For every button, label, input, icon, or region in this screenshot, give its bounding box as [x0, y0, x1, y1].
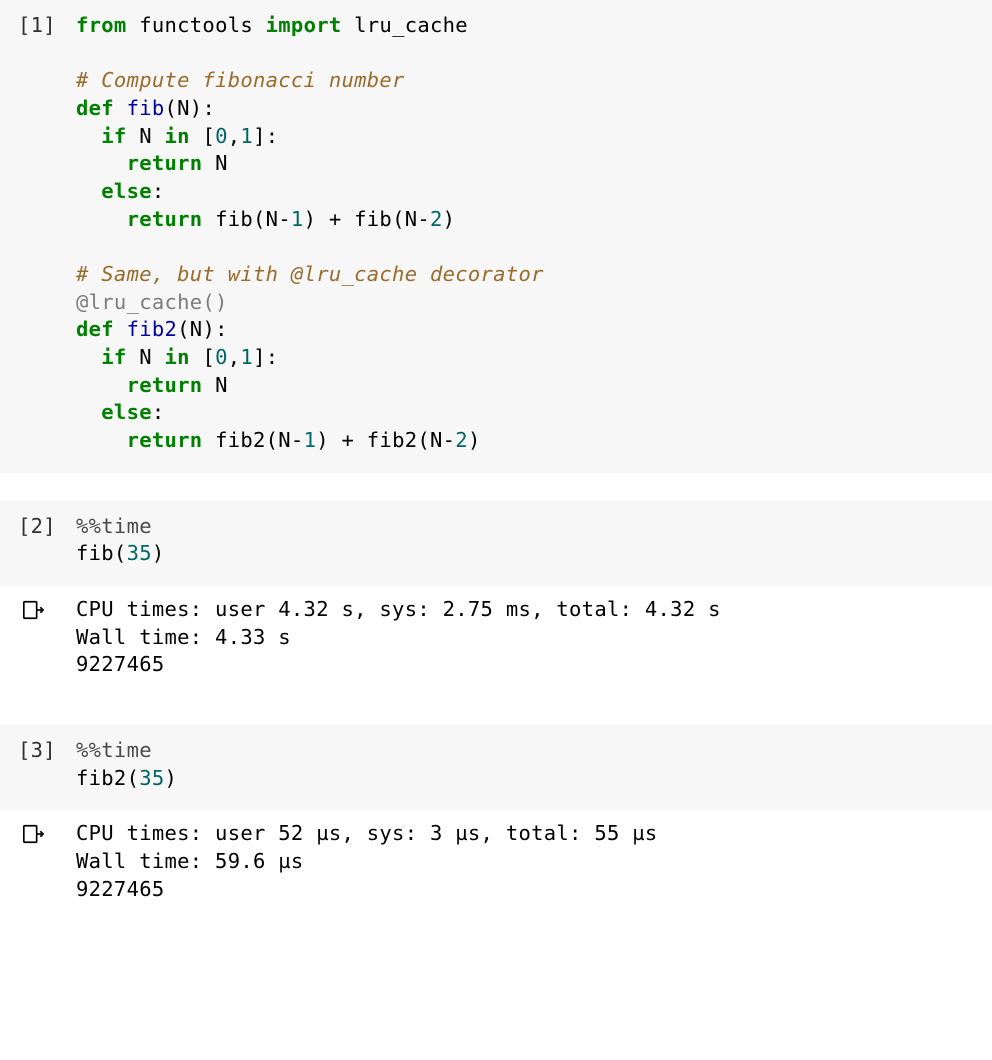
- code-cell[interactable]: [3] %%time fib2(35): [0, 725, 992, 810]
- output-text: CPU times: user 52 µs, sys: 3 µs, total:…: [76, 820, 992, 903]
- output-indicator-icon: [0, 596, 76, 679]
- cell-magic: %%time: [76, 738, 152, 762]
- output-line: Wall time: 59.6 µs: [76, 849, 304, 873]
- code-cell-body[interactable]: from functools import lru_cache # Comput…: [76, 12, 992, 455]
- input-prompt: [3]: [0, 737, 76, 792]
- function-name: fib2: [114, 317, 177, 341]
- output-line: Wall time: 4.33 s: [76, 625, 291, 649]
- comment: # Same, but with @lru_cache decorator: [76, 262, 544, 286]
- keyword-def: def: [76, 96, 114, 120]
- output-cell: CPU times: user 4.32 s, sys: 2.75 ms, to…: [0, 586, 992, 697]
- cell-gap: [0, 473, 992, 501]
- input-prompt: [2]: [0, 513, 76, 568]
- code-cell[interactable]: [2] %%time fib(35): [0, 501, 992, 586]
- output-cell: CPU times: user 52 µs, sys: 3 µs, total:…: [0, 810, 992, 921]
- decorator: @lru_cache(): [76, 290, 228, 314]
- output-result: 9227465: [76, 877, 165, 901]
- comment: # Compute fibonacci number: [76, 68, 405, 92]
- function-name: fib: [114, 96, 165, 120]
- code-cell-body[interactable]: %%time fib(35): [76, 513, 992, 568]
- input-prompt: [1]: [0, 12, 76, 455]
- keyword-def: def: [76, 317, 114, 341]
- code-cell-body[interactable]: %%time fib2(35): [76, 737, 992, 792]
- output-result: 9227465: [76, 652, 165, 676]
- keyword-import: import: [266, 13, 342, 37]
- output-text: CPU times: user 4.32 s, sys: 2.75 ms, to…: [76, 596, 992, 679]
- cell-magic: %%time: [76, 514, 152, 538]
- cell-gap: [0, 697, 992, 725]
- output-line: CPU times: user 4.32 s, sys: 2.75 ms, to…: [76, 597, 721, 621]
- output-line: CPU times: user 52 µs, sys: 3 µs, total:…: [76, 821, 658, 845]
- code-cell[interactable]: [1] from functools import lru_cache # Co…: [0, 0, 992, 473]
- output-indicator-icon: [0, 820, 76, 903]
- keyword-from: from: [76, 13, 127, 37]
